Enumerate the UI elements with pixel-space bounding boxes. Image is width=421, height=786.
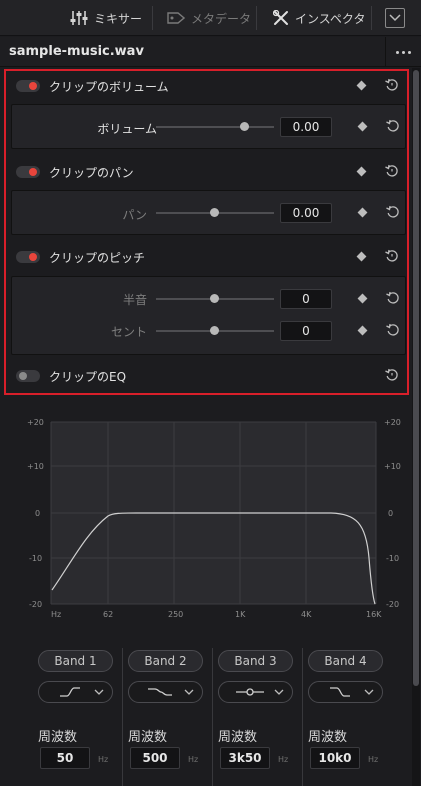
x-tick-label: 250 bbox=[168, 610, 183, 619]
band-1-filter-dropdown[interactable] bbox=[38, 681, 113, 703]
x-tick-label: 4K bbox=[301, 610, 312, 619]
band-1-frequency-label: 周波数 bbox=[38, 730, 78, 745]
band-1-unit: Hz bbox=[98, 755, 109, 764]
band-2-column: Band 2 周波数 500 Hz bbox=[124, 648, 212, 786]
band-4-unit: Hz bbox=[368, 755, 379, 764]
y-tick-label: +10 bbox=[27, 462, 44, 471]
scrollbar-thumb[interactable] bbox=[413, 70, 419, 686]
band-divider bbox=[302, 648, 303, 786]
mixer-tab-label: ミキサー bbox=[94, 11, 143, 26]
chevron-down-icon bbox=[389, 14, 401, 22]
mixer-tab[interactable]: ミキサー bbox=[70, 0, 142, 36]
y-tick-label-right: 0 bbox=[388, 509, 393, 518]
band-2-unit: Hz bbox=[188, 755, 199, 764]
x-tick-label: 1K bbox=[235, 610, 246, 619]
band-1-button[interactable]: Band 1 bbox=[38, 650, 113, 672]
y-tick-label: 0 bbox=[35, 509, 40, 518]
high-shelf-icon bbox=[330, 687, 350, 697]
inspector-tab[interactable]: インスペクタ bbox=[273, 0, 365, 36]
band-4-frequency-field[interactable]: 10k0 bbox=[310, 747, 360, 769]
metadata-tab-label: メタデータ bbox=[191, 11, 252, 26]
low-shelf-icon bbox=[60, 687, 80, 697]
eq-graph[interactable]: +20 +10 0 -10 -20 +20 +10 0 -10 -20 Hz 6… bbox=[11, 398, 407, 638]
band-1-column: Band 1 周波数 50 Hz bbox=[34, 648, 122, 786]
band-3-column: Band 3 周波数 3k50 Hz bbox=[214, 648, 302, 786]
band-4-button[interactable]: Band 4 bbox=[308, 650, 383, 672]
band-divider bbox=[212, 648, 213, 786]
band-divider bbox=[122, 648, 123, 786]
x-tick-label: Hz bbox=[51, 610, 61, 619]
toolbar-divider bbox=[152, 6, 153, 30]
band-2-frequency-label: 周波数 bbox=[128, 730, 168, 745]
collapse-panel-button[interactable] bbox=[385, 8, 405, 28]
more-dot-icon bbox=[396, 50, 399, 54]
band-2-filter-dropdown[interactable] bbox=[128, 681, 203, 703]
band-3-frequency-label: 周波数 bbox=[218, 730, 258, 745]
more-options-button[interactable] bbox=[385, 37, 421, 67]
bell-icon bbox=[148, 688, 172, 696]
chevron-down-icon bbox=[364, 689, 374, 695]
band-3-button[interactable]: Band 3 bbox=[218, 650, 293, 672]
band-4-frequency-label: 周波数 bbox=[308, 730, 348, 745]
file-name: sample-music.wav bbox=[9, 44, 144, 59]
tag-icon bbox=[167, 12, 185, 24]
y-tick-label-right: +10 bbox=[384, 462, 401, 471]
x-tick-label: 62 bbox=[103, 610, 113, 619]
bell-icon bbox=[236, 688, 264, 696]
x-tick-label: 16K bbox=[366, 610, 382, 619]
y-tick-label-right: -20 bbox=[386, 600, 399, 609]
band-2-button[interactable]: Band 2 bbox=[128, 650, 203, 672]
eq-graph-svg: +20 +10 0 -10 -20 +20 +10 0 -10 -20 Hz 6… bbox=[27, 418, 401, 619]
toolbar-divider bbox=[256, 6, 257, 30]
chevron-down-icon bbox=[184, 689, 194, 695]
file-header: sample-music.wav bbox=[0, 37, 421, 67]
band-3-unit: Hz bbox=[278, 755, 289, 764]
band-4-column: Band 4 周波数 10k0 Hz bbox=[304, 648, 392, 786]
tools-icon bbox=[273, 10, 288, 25]
top-toolbar: ミキサー メタデータ インスペクタ bbox=[0, 0, 421, 36]
y-tick-label-right: +20 bbox=[384, 418, 401, 427]
band-1-frequency-field[interactable]: 50 bbox=[40, 747, 90, 769]
toolbar-divider bbox=[371, 6, 372, 30]
band-2-frequency-field[interactable]: 500 bbox=[130, 747, 180, 769]
band-4-filter-dropdown[interactable] bbox=[308, 681, 383, 703]
band-3-filter-dropdown[interactable] bbox=[218, 681, 293, 703]
y-tick-label: +20 bbox=[27, 418, 44, 427]
more-dot-icon bbox=[408, 50, 411, 54]
chevron-down-icon bbox=[274, 689, 284, 695]
mixer-icon bbox=[70, 11, 88, 25]
y-tick-label: -20 bbox=[29, 600, 42, 609]
selection-highlight bbox=[4, 69, 409, 395]
band-3-frequency-field[interactable]: 3k50 bbox=[220, 747, 270, 769]
inspector-tab-label: インスペクタ bbox=[295, 11, 366, 26]
metadata-tab[interactable]: メタデータ bbox=[167, 0, 251, 36]
chevron-down-icon bbox=[94, 689, 104, 695]
y-tick-label-right: -10 bbox=[386, 554, 399, 563]
y-tick-label: -10 bbox=[29, 554, 42, 563]
more-dot-icon bbox=[402, 50, 405, 54]
